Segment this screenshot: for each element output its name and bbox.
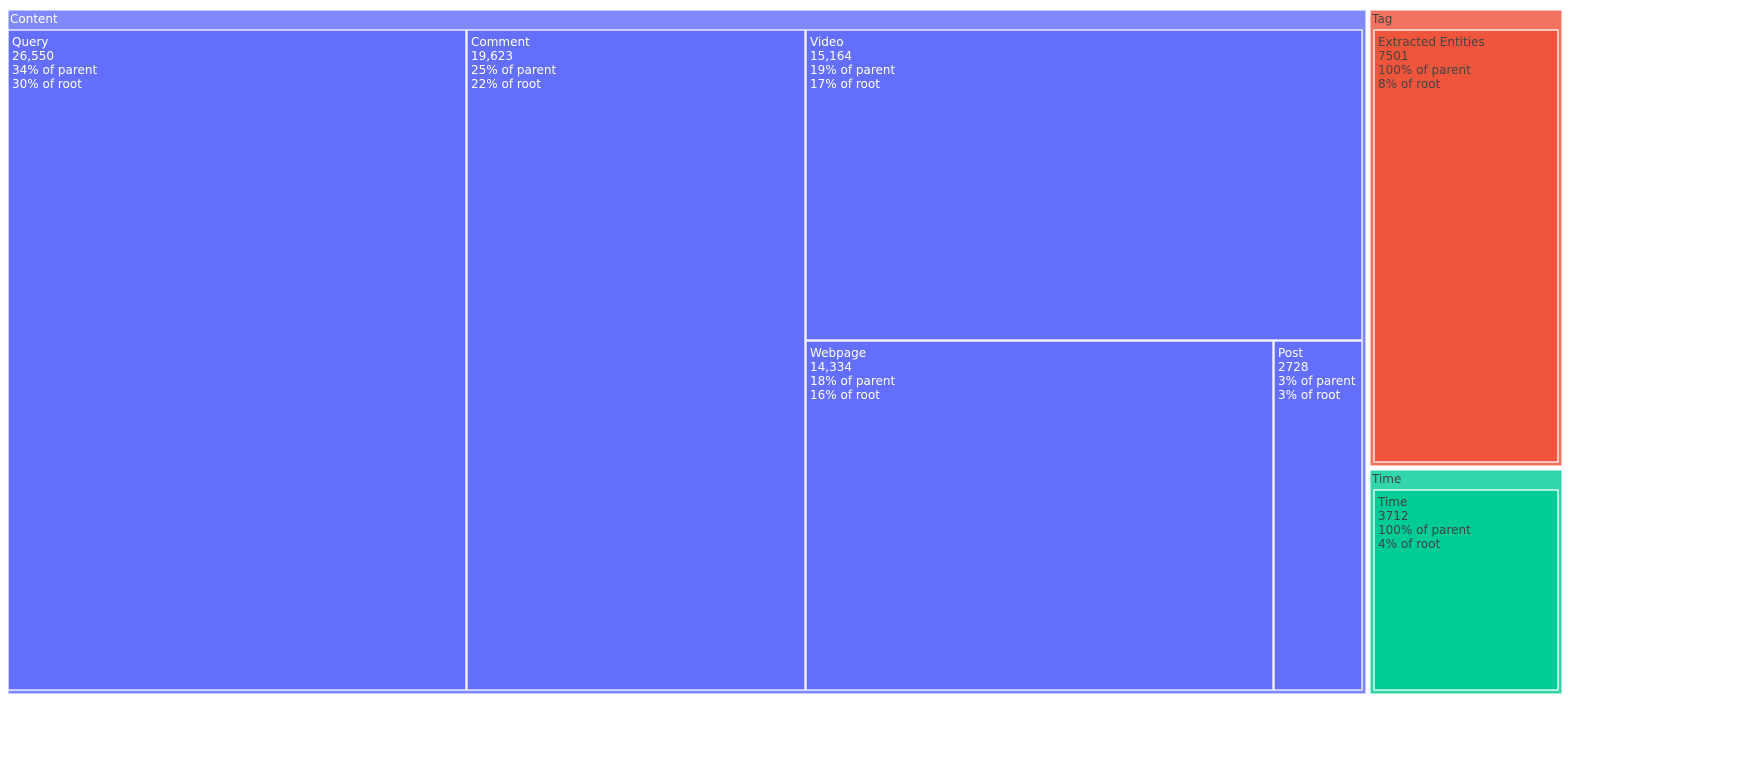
tile-time-time-name: Time (1377, 495, 1407, 509)
tile-content-query-pct-parent: 34% of parent (12, 63, 97, 77)
tile-time-time-pct-root: 4% of root (1378, 537, 1441, 551)
tile-content-comment[interactable] (466, 29, 806, 691)
tile-content-query-name: Query (12, 35, 48, 49)
group-content-label: Content (10, 12, 58, 26)
tile-content-webpage-name: Webpage (810, 346, 866, 360)
tile-content-video-name: Video (810, 35, 844, 49)
tile-content-post-value: 2728 (1278, 360, 1309, 374)
tile-tag-extracted-entities[interactable] (1373, 29, 1559, 463)
tile-content-comment-pct-root: 22% of root (471, 77, 541, 91)
tile-content-post-pct-parent: 3% of parent (1278, 374, 1356, 388)
tile-content-post-pct-root: 3% of root (1278, 388, 1341, 402)
group-tag-label: Tag (1371, 12, 1392, 26)
tile-time-time-value: 3712 (1378, 509, 1409, 523)
tile-content-query-pct-root: 30% of root (12, 77, 82, 91)
tile-content-webpage-pct-root: 16% of root (810, 388, 880, 402)
tile-content-webpage-pct-parent: 18% of parent (810, 374, 895, 388)
treemap-chart: Content TagTime Query26,55034% of parent3… (7, 9, 1563, 695)
tile-content-webpage-value: 14,334 (810, 360, 852, 374)
tile-content-video-pct-parent: 19% of parent (810, 63, 895, 77)
tile-time-time-pct-parent: 100% of parent (1378, 523, 1471, 537)
tile-tag-extracted-entities-value: 7501 (1378, 49, 1409, 63)
tile-content-comment-pct-parent: 25% of parent (471, 63, 556, 77)
tile-tag-extracted-entities-pct-parent: 100% of parent (1378, 63, 1471, 77)
tile-content-comment-value: 19,623 (471, 49, 513, 63)
tile-content-query[interactable] (7, 29, 467, 691)
tile-tag-extracted-entities-name: Extracted Entities (1378, 35, 1485, 49)
tile-content-query-value: 26,550 (12, 49, 54, 63)
tile-content-post-name: Post (1278, 346, 1303, 360)
tile-content-video-pct-root: 17% of root (810, 77, 880, 91)
tile-content-video-value: 15,164 (810, 49, 852, 63)
tile-tag-extracted-entities-pct-root: 8% of root (1378, 77, 1441, 91)
group-time-label: Time (1371, 472, 1401, 486)
tile-content-comment-name: Comment (471, 35, 530, 49)
